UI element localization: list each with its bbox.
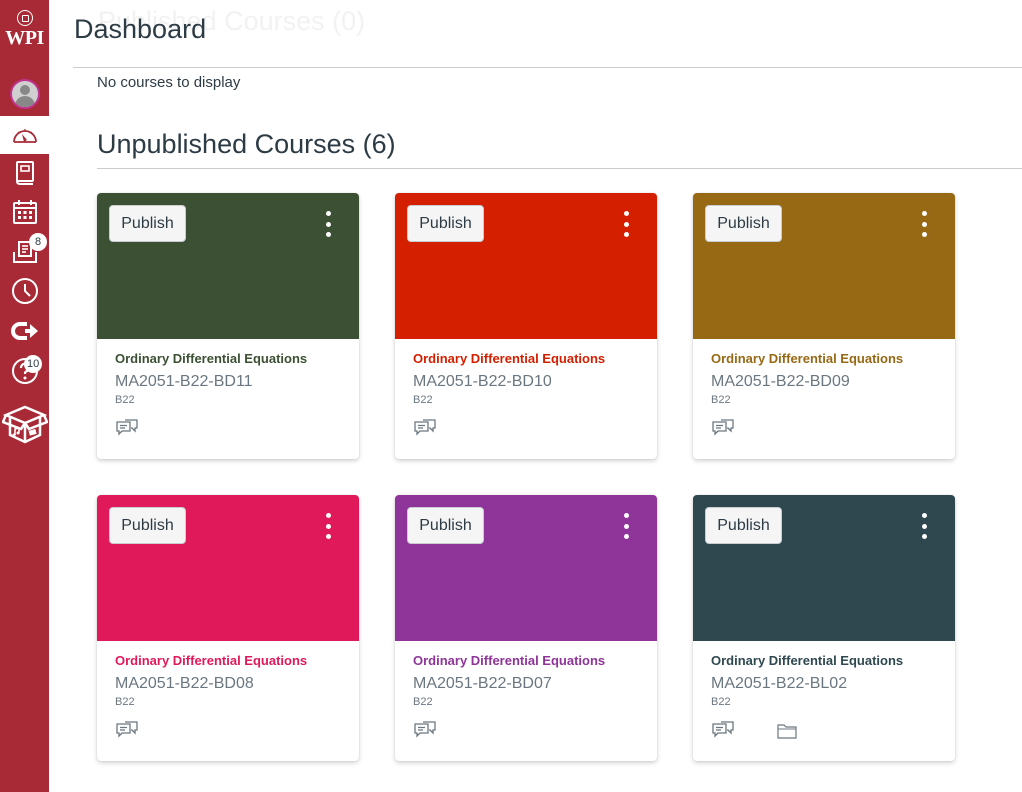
dashboard-icon bbox=[12, 129, 37, 143]
course-card-hero[interactable]: Publish bbox=[395, 495, 657, 641]
course-term: B22 bbox=[711, 394, 731, 406]
course-name[interactable]: Ordinary Differential Equations bbox=[413, 351, 605, 366]
card-options-kebab-icon[interactable] bbox=[317, 211, 339, 237]
publish-button[interactable]: Publish bbox=[109, 507, 186, 544]
box-icon bbox=[1, 405, 48, 444]
clock-icon bbox=[11, 278, 38, 304]
courses-book-icon bbox=[15, 161, 34, 185]
card-options-kebab-icon[interactable] bbox=[615, 211, 637, 237]
course-name[interactable]: Ordinary Differential Equations bbox=[413, 653, 605, 668]
logo-wordmark: WPI bbox=[5, 27, 44, 49]
nav-commons[interactable] bbox=[0, 312, 49, 350]
course-code: MA2051-B22-BD07 bbox=[413, 675, 552, 692]
nav-help[interactable]: 10 bbox=[0, 352, 49, 390]
course-code: MA2051-B22-BD11 bbox=[115, 373, 253, 390]
publish-button[interactable]: Publish bbox=[705, 507, 782, 544]
global-nav: WPI 8 10 bbox=[0, 0, 49, 792]
nav-calendar[interactable] bbox=[0, 193, 49, 231]
course-card-hero[interactable]: Publish bbox=[97, 193, 359, 339]
discussions-icon[interactable] bbox=[413, 719, 437, 743]
inbox-unread-badge: 8 bbox=[29, 233, 47, 251]
course-card[interactable]: Publish Ordinary Differential Equations … bbox=[395, 193, 657, 459]
files-icon[interactable] bbox=[775, 719, 799, 743]
course-card[interactable]: Publish Ordinary Differential Equations … bbox=[97, 193, 359, 459]
course-card[interactable]: Publish Ordinary Differential Equations … bbox=[97, 495, 359, 761]
course-term: B22 bbox=[413, 394, 433, 406]
course-card-hero[interactable]: Publish bbox=[693, 193, 955, 339]
card-options-kebab-icon[interactable] bbox=[615, 513, 637, 539]
discussions-icon[interactable] bbox=[115, 719, 139, 743]
discussions-icon[interactable] bbox=[711, 719, 735, 743]
calendar-icon bbox=[12, 200, 37, 224]
section-divider bbox=[97, 168, 1022, 169]
course-code: MA2051-B22-BD09 bbox=[711, 373, 850, 390]
header-divider bbox=[73, 67, 1022, 68]
nav-history[interactable] bbox=[0, 272, 49, 310]
course-term: B22 bbox=[711, 696, 731, 708]
course-card[interactable]: Publish Ordinary Differential Equations … bbox=[693, 193, 955, 459]
discussions-icon[interactable] bbox=[413, 417, 437, 441]
course-name[interactable]: Ordinary Differential Equations bbox=[711, 653, 903, 668]
published-empty-message: No courses to display bbox=[97, 74, 241, 91]
course-card-actions bbox=[115, 719, 139, 743]
course-card-actions bbox=[413, 719, 437, 743]
card-options-kebab-icon[interactable] bbox=[913, 513, 935, 539]
publish-button[interactable]: Publish bbox=[705, 205, 782, 242]
course-code: MA2051-B22-BL02 bbox=[711, 675, 848, 692]
help-badge: 10 bbox=[24, 355, 43, 373]
course-code: MA2051-B22-BD08 bbox=[115, 675, 254, 692]
avatar-icon bbox=[9, 79, 40, 109]
publish-button[interactable]: Publish bbox=[109, 205, 186, 242]
nav-studio[interactable] bbox=[0, 400, 49, 446]
discussions-icon[interactable] bbox=[115, 417, 139, 441]
share-arrow-icon bbox=[10, 322, 38, 340]
course-name[interactable]: Ordinary Differential Equations bbox=[115, 351, 307, 366]
unpublished-courses-heading: Unpublished Courses (6) bbox=[97, 129, 396, 159]
course-name[interactable]: Ordinary Differential Equations bbox=[115, 653, 307, 668]
course-card-actions bbox=[115, 417, 139, 441]
course-card-hero[interactable]: Publish bbox=[693, 495, 955, 641]
course-term: B22 bbox=[115, 696, 135, 708]
course-code: MA2051-B22-BD10 bbox=[413, 373, 552, 390]
nav-dashboard[interactable] bbox=[0, 116, 49, 154]
course-card[interactable]: Publish Ordinary Differential Equations … bbox=[395, 495, 657, 761]
course-card[interactable]: Publish Ordinary Differential Equations … bbox=[693, 495, 955, 761]
discussions-icon[interactable] bbox=[711, 417, 735, 441]
course-name[interactable]: Ordinary Differential Equations bbox=[711, 351, 903, 366]
course-term: B22 bbox=[413, 696, 433, 708]
wpi-logo[interactable]: WPI bbox=[0, 10, 49, 60]
main-content: Published Courses (0) Dashboard No cours… bbox=[49, 0, 1022, 792]
nav-inbox[interactable]: 8 bbox=[0, 233, 49, 271]
course-card-hero[interactable]: Publish bbox=[395, 193, 657, 339]
nav-account[interactable] bbox=[0, 75, 49, 113]
course-card-actions bbox=[413, 417, 437, 441]
wpi-seal-icon bbox=[16, 10, 33, 26]
course-term: B22 bbox=[115, 394, 135, 406]
card-options-kebab-icon[interactable] bbox=[317, 513, 339, 539]
publish-button[interactable]: Publish bbox=[407, 205, 484, 242]
publish-button[interactable]: Publish bbox=[407, 507, 484, 544]
course-card-actions bbox=[711, 417, 735, 441]
course-card-hero[interactable]: Publish bbox=[97, 495, 359, 641]
nav-courses[interactable] bbox=[0, 154, 49, 192]
course-card-actions bbox=[711, 719, 799, 743]
card-options-kebab-icon[interactable] bbox=[913, 211, 935, 237]
page-title: Dashboard bbox=[74, 14, 207, 44]
